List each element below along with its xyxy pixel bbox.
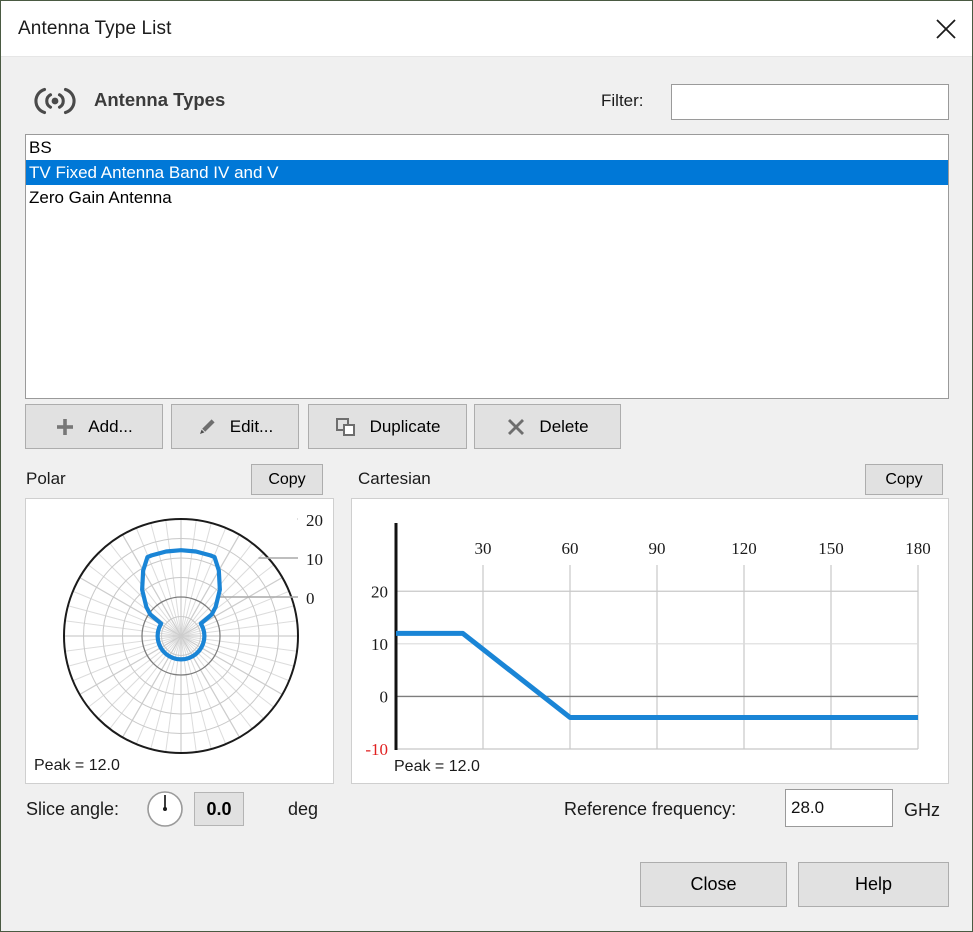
slice-angle-label: Slice angle: (26, 799, 120, 819)
duplicate-button[interactable]: Duplicate (308, 404, 467, 449)
slice-angle-dial[interactable] (146, 790, 184, 828)
svg-text:150: 150 (818, 539, 844, 558)
svg-text:30: 30 (475, 539, 492, 558)
svg-text:20: 20 (371, 582, 388, 601)
x-icon (506, 417, 526, 437)
reference-frequency-input[interactable] (785, 789, 893, 827)
add-button[interactable]: Add... (25, 404, 163, 449)
edit-button[interactable]: Edit... (171, 404, 299, 449)
svg-text:60: 60 (562, 539, 579, 558)
svg-text:-10: -10 (365, 740, 388, 759)
antenna-type-list[interactable]: BS TV Fixed Antenna Band IV and V Zero G… (25, 134, 949, 399)
copy-cartesian-button[interactable]: Copy (865, 464, 943, 495)
copy-polar-button[interactable]: Copy (251, 464, 323, 495)
add-button-label: Add... (88, 416, 133, 436)
close-window-button[interactable] (918, 1, 972, 57)
slice-angle-value[interactable]: 0.0 (194, 792, 244, 826)
antenna-signal-icon (27, 80, 83, 122)
list-item[interactable]: BS (26, 135, 948, 160)
duplicate-button-label: Duplicate (369, 416, 441, 436)
svg-text:10: 10 (306, 550, 323, 569)
cartesian-plot: 30 60 90 120 150 180 20 10 0 -10 Peak = 12.0 (351, 498, 949, 784)
filter-input[interactable] (671, 84, 949, 120)
svg-text:0: 0 (380, 687, 389, 706)
reference-frequency-label: Reference frequency: (564, 799, 737, 819)
svg-text:90: 90 (649, 539, 666, 558)
cartesian-peak-label: Peak = 12.0 (394, 758, 480, 775)
pencil-icon (197, 417, 217, 437)
window-title: Antenna Type List (18, 18, 172, 39)
polar-plot-canvas: 20 10 0 (63, 511, 323, 754)
polar-peak-label: Peak = 12.0 (34, 757, 120, 774)
polar-section-label: Polar (26, 469, 66, 488)
cartesian-plot-canvas: 30 60 90 120 150 180 20 10 0 -10 (365, 523, 931, 759)
plus-icon (55, 417, 75, 437)
page-title: Antenna Types (94, 89, 226, 110)
list-item[interactable]: TV Fixed Antenna Band IV and V (26, 160, 948, 185)
filter-label: Filter: (601, 91, 644, 110)
delete-button[interactable]: Delete (474, 404, 621, 449)
close-icon (933, 16, 959, 42)
svg-text:10: 10 (371, 635, 388, 654)
slice-angle-unit: deg (288, 799, 319, 819)
svg-text:120: 120 (731, 539, 757, 558)
title-bar: Antenna Type List (1, 1, 972, 57)
polar-plot: 20 10 0 Peak = 12.0 (25, 498, 334, 784)
svg-text:180: 180 (905, 539, 931, 558)
delete-button-label: Delete (539, 416, 589, 436)
reference-frequency-unit: GHz (904, 800, 940, 820)
cartesian-section-label: Cartesian (358, 469, 431, 488)
antenna-type-list-dialog: Antenna Type List Antenna Types Filter: (0, 0, 973, 932)
list-item[interactable]: Zero Gain Antenna (26, 185, 948, 210)
help-button[interactable]: Help (798, 862, 949, 907)
edit-button-label: Edit... (229, 416, 274, 436)
svg-text:0: 0 (306, 589, 315, 608)
close-button[interactable]: Close (640, 862, 787, 907)
svg-text:20: 20 (306, 511, 323, 530)
duplicate-icon (335, 417, 357, 437)
